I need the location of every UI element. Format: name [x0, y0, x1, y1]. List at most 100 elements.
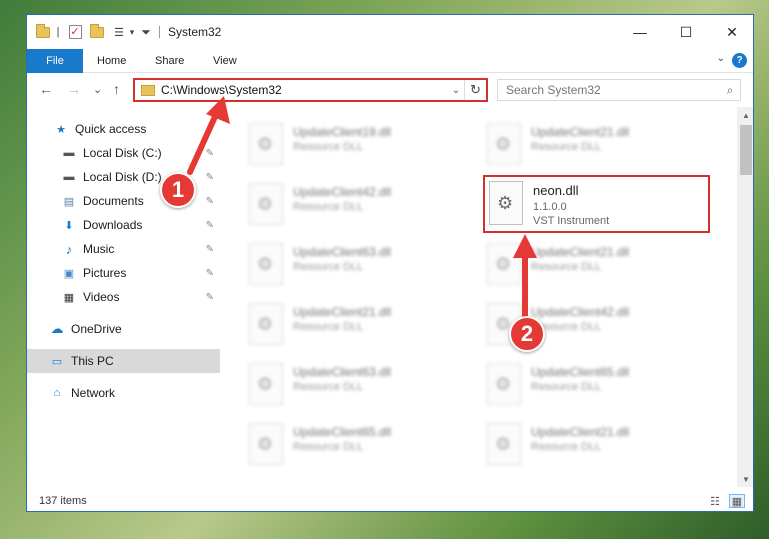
file-description: Resource DLL: [293, 321, 364, 333]
nav-label: Local Disk (D:): [83, 170, 162, 184]
dll-file-icon: [489, 181, 523, 225]
pin-icon[interactable]: ✎: [206, 148, 214, 159]
title-divider: [159, 26, 160, 38]
back-button[interactable]: ←: [39, 81, 53, 97]
file-item[interactable]: UpdateClient19.dll Resource DLL: [231, 115, 461, 171]
file-name: UpdateClient65.dll: [293, 425, 392, 439]
qa-dropdown-icon[interactable]: ⏷: [141, 24, 151, 40]
dll-file-icon: [487, 243, 521, 285]
item-count: 137 items: [39, 495, 87, 507]
nav-label: Local Disk (C:): [83, 146, 162, 160]
pin-icon[interactable]: ✎: [206, 268, 214, 279]
dll-file-icon: [487, 363, 521, 405]
file-item[interactable]: UpdateClient42.dll Resource DLL: [231, 175, 461, 231]
nav-videos[interactable]: ▦ Videos ✎: [27, 285, 220, 309]
nav-label: Pictures: [83, 266, 127, 280]
nav-label: Downloads: [83, 218, 143, 232]
address-bar[interactable]: C:\Windows\System32 ⌄ ↻: [133, 78, 488, 102]
scroll-up-icon[interactable]: ▲: [737, 107, 753, 123]
large-icons-view-icon[interactable]: ▦: [729, 494, 745, 508]
file-name: UpdateClient42.dll: [531, 305, 630, 319]
pin-icon[interactable]: ✎: [206, 220, 214, 231]
neon-dll-file-item[interactable]: neon.dll 1.1.0.0 VST Instrument: [483, 175, 710, 233]
forward-button[interactable]: →: [67, 81, 81, 97]
file-name: neon.dll: [533, 183, 579, 198]
dll-file-icon: [249, 423, 283, 465]
tab-share[interactable]: Share: [155, 49, 184, 73]
tab-home[interactable]: Home: [97, 49, 126, 73]
close-button[interactable]: ✕: [709, 15, 753, 49]
file-item[interactable]: UpdateClient21.dll Resource DLL: [231, 295, 461, 351]
file-item[interactable]: UpdateClient65.dll Resource DLL: [469, 355, 699, 411]
file-name: UpdateClient21.dll: [531, 125, 630, 139]
tab-view[interactable]: View: [213, 49, 237, 73]
search-icon[interactable]: ⌕: [720, 83, 740, 98]
star-icon: ★: [56, 123, 66, 136]
nav-local-disk-c[interactable]: ▬ Local Disk (C:) ✎: [27, 141, 220, 165]
dll-file-icon: [249, 123, 283, 165]
file-explorer-window: | ✓ ☰ ▾ ⏷ System32 — ☐ ✕ File Home Share…: [26, 14, 754, 512]
search-box[interactable]: ⌕: [497, 79, 741, 101]
dll-file-icon: [249, 303, 283, 345]
file-description: VST Instrument: [533, 215, 610, 227]
pin-icon[interactable]: ✎: [206, 196, 214, 207]
address-dropdown-icon[interactable]: ⌄: [448, 85, 464, 96]
ribbon-expand-icon[interactable]: ⌄: [717, 53, 725, 64]
step-1-marker: 1: [160, 172, 196, 208]
pin-icon[interactable]: ✎: [206, 244, 214, 255]
file-name: UpdateClient63.dll: [293, 365, 392, 379]
dll-file-icon: [487, 423, 521, 465]
address-path[interactable]: C:\Windows\System32: [161, 83, 448, 97]
file-description: Resource DLL: [293, 201, 364, 213]
nav-label: Documents: [83, 194, 144, 208]
file-item[interactable]: UpdateClient21.dll Resource DLL: [469, 115, 699, 171]
file-description: Resource DLL: [531, 381, 602, 393]
scroll-thumb[interactable]: [740, 125, 752, 175]
nav-label: This PC: [71, 354, 114, 368]
file-item[interactable]: UpdateClient21.dll Resource DLL: [469, 415, 699, 471]
dll-file-icon: [487, 123, 521, 165]
details-view-icon[interactable]: ☷: [707, 494, 723, 508]
vertical-scrollbar[interactable]: ▲ ▼: [737, 107, 753, 487]
nav-this-pc[interactable]: ▭ This PC: [27, 349, 220, 373]
file-name: UpdateClient21.dll: [531, 245, 630, 259]
scroll-down-icon[interactable]: ▼: [737, 471, 753, 487]
nav-label: OneDrive: [71, 322, 122, 336]
file-item[interactable]: UpdateClient63.dll Resource DLL: [231, 235, 461, 291]
videos-icon: ▦: [63, 291, 75, 304]
file-name: UpdateClient21.dll: [293, 305, 392, 319]
file-item[interactable]: UpdateClient42.dll Resource DLL: [469, 295, 699, 351]
up-button[interactable]: ↑: [113, 81, 120, 97]
computer-icon: ▭: [51, 355, 63, 368]
help-icon[interactable]: ?: [732, 53, 747, 68]
tab-file[interactable]: File: [27, 49, 83, 73]
file-item[interactable]: UpdateClient63.dll Resource DLL: [231, 355, 461, 411]
file-item[interactable]: UpdateClient65.dll Resource DLL: [231, 415, 461, 471]
refresh-button[interactable]: ↻: [464, 80, 486, 100]
pin-icon[interactable]: ✎: [206, 292, 214, 303]
nav-downloads[interactable]: ⬇ Downloads ✎: [27, 213, 220, 237]
nav-onedrive[interactable]: ☁ OneDrive: [27, 317, 220, 341]
search-input[interactable]: [506, 83, 720, 97]
properties-icon[interactable]: ✓: [67, 24, 83, 40]
qa-customize-chevron-icon[interactable]: ▾: [127, 24, 137, 40]
file-list: UpdateClient19.dll Resource DLL UpdateCl…: [221, 107, 737, 487]
network-icon: ⌂: [53, 387, 61, 399]
customize-icon[interactable]: ☰: [111, 24, 127, 40]
address-folder-icon: [141, 84, 155, 96]
new-folder-icon[interactable]: [89, 23, 105, 40]
drive-icon: ▬: [63, 171, 75, 183]
nav-quick-access[interactable]: ★ Quick access: [27, 117, 220, 141]
file-item[interactable]: UpdateClient21.dll Resource DLL: [469, 235, 699, 291]
recent-locations-button[interactable]: ⌄: [93, 83, 102, 96]
nav-network[interactable]: ⌂ Network: [27, 381, 220, 405]
dll-file-icon: [249, 183, 283, 225]
file-name: UpdateClient63.dll: [293, 245, 392, 259]
minimize-button[interactable]: —: [617, 15, 663, 49]
nav-pictures[interactable]: ▣ Pictures ✎: [27, 261, 220, 285]
file-version: 1.1.0.0: [533, 201, 567, 213]
maximize-button[interactable]: ☐: [663, 15, 709, 49]
step-2-marker: 2: [509, 316, 545, 352]
pin-icon[interactable]: ✎: [206, 172, 214, 183]
nav-music[interactable]: ♪ Music ✎: [27, 237, 220, 261]
